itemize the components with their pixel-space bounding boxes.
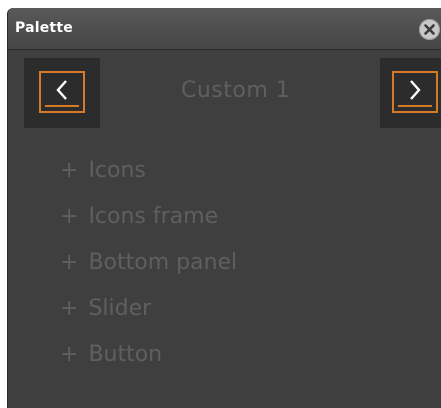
expand-plus-icon: + (60, 342, 79, 367)
expand-plus-icon: + (60, 204, 79, 229)
section-label: Icons (88, 158, 146, 183)
section-item-icons[interactable]: + Icons (60, 153, 146, 189)
section-item-slider[interactable]: + Slider (60, 291, 151, 327)
section-label: Button (88, 342, 163, 367)
palette-window: Palette Custom 1 + Icons + Icons frame +… (7, 8, 441, 408)
previous-preset-frame[interactable] (39, 71, 85, 113)
next-preset-button[interactable] (380, 58, 441, 128)
section-item-bottom-panel[interactable]: + Bottom panel (60, 245, 237, 281)
section-item-button[interactable]: + Button (60, 337, 162, 373)
section-label: Icons frame (88, 204, 219, 229)
close-icon (424, 24, 435, 35)
titlebar[interactable]: Palette (8, 8, 441, 50)
section-item-icons-frame[interactable]: + Icons frame (60, 199, 218, 235)
preset-name: Custom 1 (181, 78, 291, 103)
chevron-left-icon (56, 80, 67, 100)
expand-plus-icon: + (60, 250, 79, 275)
window-title: Palette (15, 20, 73, 36)
section-label: Slider (88, 296, 152, 321)
expand-plus-icon: + (60, 296, 79, 321)
expand-plus-icon: + (60, 158, 79, 183)
section-label: Bottom panel (88, 250, 238, 275)
next-preset-frame[interactable] (392, 71, 438, 113)
close-button[interactable] (419, 19, 440, 40)
previous-preset-button[interactable] (24, 58, 100, 128)
chevron-right-icon (410, 80, 421, 100)
